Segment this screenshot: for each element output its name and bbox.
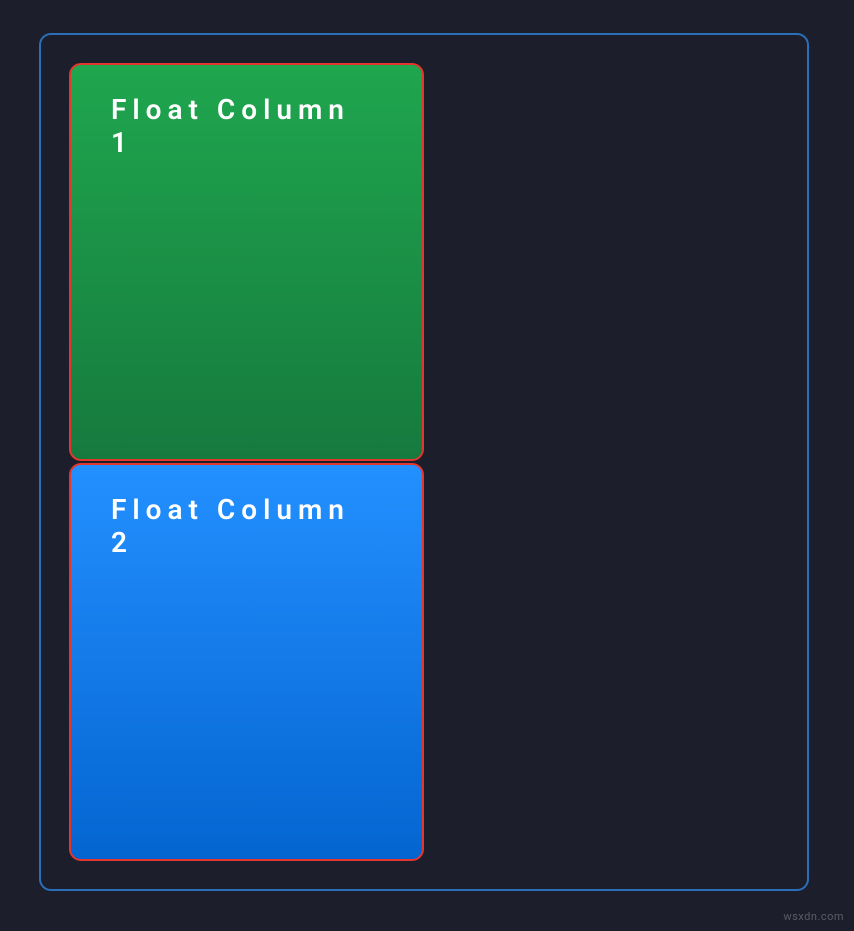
- outer-container: Float Column 1 Float Column 2: [39, 33, 809, 891]
- float-column-2-heading: Float Column 2: [111, 493, 382, 559]
- watermark-text: wsxdn.com: [783, 910, 844, 923]
- float-column-1-heading: Float Column 1: [111, 93, 382, 159]
- float-column-2-box: Float Column 2: [69, 463, 424, 861]
- float-column-1-box: Float Column 1: [69, 63, 424, 461]
